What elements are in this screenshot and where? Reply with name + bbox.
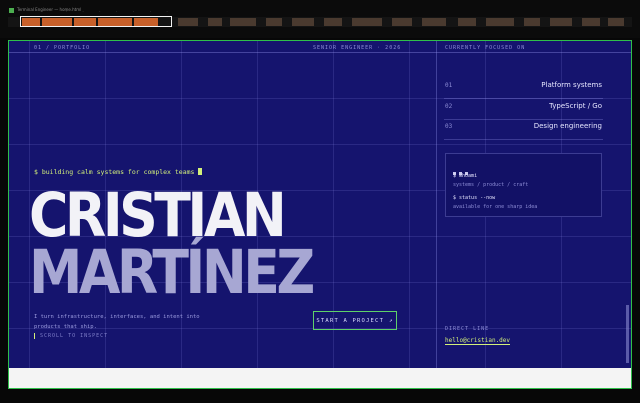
focus-item[interactable]: 02 TypeScript / Go bbox=[444, 99, 603, 120]
terminal-card: $ whoami systems / product / craft $ sta… bbox=[445, 153, 602, 217]
direct-line-label: DIRECT LINE bbox=[445, 326, 490, 332]
timeline-clip[interactable] bbox=[608, 18, 624, 26]
timeline-track[interactable] bbox=[8, 16, 632, 27]
timeline-clip[interactable] bbox=[324, 18, 342, 26]
terminal-command: $ status --now bbox=[453, 195, 496, 201]
timeline-clip[interactable] bbox=[524, 18, 540, 26]
timeline-clip[interactable] bbox=[582, 18, 600, 26]
scroll-hint[interactable]: SCROLL TO INSPECT bbox=[34, 333, 108, 339]
page-preview: 01 / PORTFOLIO SENIOR ENGINEER · 2026 CU… bbox=[8, 40, 632, 389]
terminal-command: $ whoami bbox=[453, 173, 478, 179]
focus-heading: CURRENTLY FOCUSED ON bbox=[445, 45, 526, 51]
timeline-clip[interactable] bbox=[422, 18, 446, 26]
timeline-clip[interactable] bbox=[392, 18, 412, 26]
section-label: 01 / PORTFOLIO bbox=[34, 45, 91, 51]
focus-item[interactable]: 01 Platform systems bbox=[444, 78, 603, 99]
terminal-prompt: $ building calm systems for complex team… bbox=[34, 168, 203, 176]
timeline-clip[interactable] bbox=[458, 18, 476, 26]
terminal-output: systems / product / craft bbox=[453, 182, 529, 188]
timeline-clip[interactable] bbox=[292, 18, 314, 26]
timeline-clip[interactable] bbox=[230, 18, 256, 26]
name-last: MARTÍNEZ bbox=[29, 237, 315, 308]
timeline-clip[interactable] bbox=[486, 18, 514, 26]
name-first: CRISTIAN bbox=[29, 180, 287, 251]
role-label: SENIOR ENGINEER · 2026 bbox=[313, 45, 402, 51]
start-project-button[interactable]: START A PROJECT ↗ bbox=[313, 311, 397, 330]
timeline-ticks: · · · · · · · bbox=[65, 9, 175, 14]
email-link[interactable]: hello@cristian.dev bbox=[445, 337, 511, 345]
timeline-clip[interactable] bbox=[352, 18, 382, 26]
arrow-up-right-icon: ↗ bbox=[389, 317, 394, 324]
terminal-output: available for one sharp idea bbox=[453, 204, 538, 210]
intro-text: I turn infrastructure, interfaces, and i… bbox=[34, 314, 200, 330]
next-section bbox=[9, 368, 631, 388]
timeline-clip[interactable] bbox=[208, 18, 222, 26]
timeline-clip[interactable] bbox=[550, 18, 572, 26]
editor-chrome: Terminal Engineer — home.html · · · · · … bbox=[0, 0, 640, 38]
column-divider bbox=[436, 41, 437, 388]
cursor-block-icon bbox=[198, 168, 203, 175]
timeline-selection[interactable] bbox=[20, 16, 172, 27]
header-divider bbox=[9, 52, 631, 53]
focus-item[interactable]: 03 Design engineering bbox=[444, 119, 603, 140]
scrollbar[interactable] bbox=[626, 305, 629, 363]
timeline-clip[interactable] bbox=[266, 18, 282, 26]
timeline-clip[interactable] bbox=[178, 18, 198, 26]
app-icon bbox=[9, 7, 14, 13]
